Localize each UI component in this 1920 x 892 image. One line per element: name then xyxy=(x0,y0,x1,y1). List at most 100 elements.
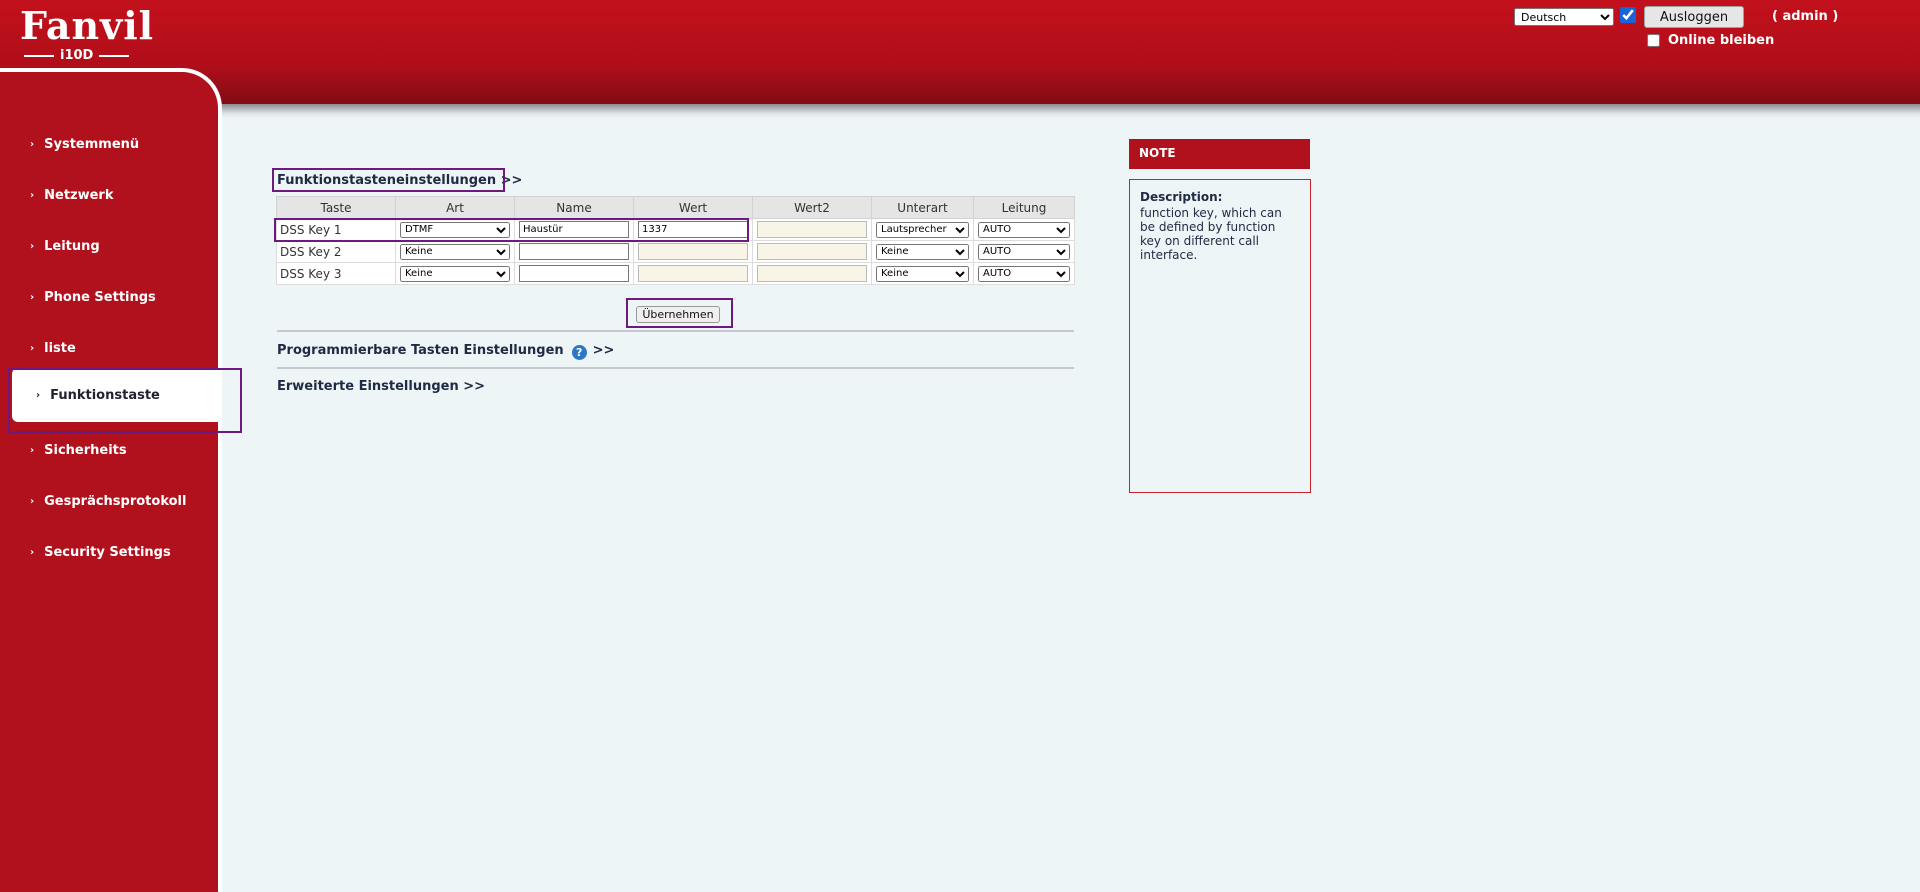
sidebar-item-label: Leitung xyxy=(44,238,100,254)
fanvil-logo: Fanvil i10D xyxy=(20,3,155,64)
chevron-right-icon: › xyxy=(36,389,41,401)
sidebar-item-phone-settings[interactable]: › Phone Settings xyxy=(30,285,156,309)
wert-input[interactable] xyxy=(638,265,748,282)
sidebar-item-gespraechsprotokoll[interactable]: › Gesprächsprotokoll xyxy=(30,489,186,513)
section-expand-label: >> xyxy=(592,343,615,358)
chevron-right-icon: › xyxy=(30,342,35,354)
art-select[interactable]: DTMF xyxy=(400,221,510,238)
sidebar-item-funktionstaste[interactable]: › Funktionstaste xyxy=(12,368,221,422)
apply-button[interactable]: Übernehmen xyxy=(636,306,720,323)
art-cell: DTMF xyxy=(395,218,515,241)
wert2-input[interactable] xyxy=(757,265,867,282)
column-header-art: Art xyxy=(395,196,515,219)
table-header-row: Taste Art Name Wert Wert2 Unterart Leitu… xyxy=(276,196,1075,219)
stay-online-checkbox[interactable] xyxy=(1647,34,1660,47)
sidebar-item-label: Funktionstaste xyxy=(50,387,160,403)
sidebar-item-netzwerk[interactable]: › Netzwerk xyxy=(30,183,114,207)
chevron-right-icon: › xyxy=(30,291,35,303)
sidebar-item-systemmenu[interactable]: › Systemmenü xyxy=(30,132,139,156)
wert2-input[interactable] xyxy=(757,221,867,238)
wert-input[interactable] xyxy=(638,221,748,238)
logo-line-right xyxy=(99,54,130,57)
art-cell: Keine xyxy=(395,262,515,285)
wert-cell xyxy=(633,262,753,285)
column-header-leitung: Leitung xyxy=(973,196,1075,219)
leitung-select[interactable]: AUTO xyxy=(978,221,1070,238)
name-cell xyxy=(514,218,634,241)
unterart-cell: Lautsprecher xyxy=(871,218,974,241)
sidebar-item-label: Netzwerk xyxy=(44,187,114,203)
column-header-name: Name xyxy=(514,196,634,219)
column-header-wert: Wert xyxy=(633,196,753,219)
note-title: Description: xyxy=(1140,190,1223,204)
art-cell: Keine xyxy=(395,240,515,263)
chevron-right-icon: › xyxy=(30,138,35,150)
sidebar-item-label: Phone Settings xyxy=(44,289,156,305)
sidebar-item-label: Security Settings xyxy=(44,544,171,560)
wert2-cell xyxy=(752,262,872,285)
art-select[interactable]: Keine xyxy=(400,265,510,282)
logo-line-left xyxy=(24,54,54,57)
note-header: NOTE xyxy=(1129,139,1310,169)
help-icon[interactable]: ? xyxy=(571,345,587,360)
column-header-unterart: Unterart xyxy=(871,196,974,219)
model-label: i10D xyxy=(60,48,94,63)
wert-input[interactable] xyxy=(638,243,748,260)
user-label: ( admin ) xyxy=(1772,9,1839,24)
name-input[interactable] xyxy=(519,243,629,260)
leitung-select[interactable]: AUTO xyxy=(978,243,1070,260)
divider xyxy=(277,330,1074,332)
leitung-cell: AUTO xyxy=(973,240,1075,263)
sidebar-item-leitung[interactable]: › Leitung xyxy=(30,234,100,258)
logo-text: Fanvil xyxy=(20,3,155,48)
chevron-right-icon: › xyxy=(30,495,35,507)
sidebar-item-liste[interactable]: › liste xyxy=(30,336,76,360)
section-funktionstasteneinstellungen[interactable]: Funktionstasteneinstellungen >> xyxy=(277,173,522,188)
sidebar-item-label: liste xyxy=(44,340,76,356)
section-erweiterte-einstellungen[interactable]: Erweiterte Einstellungen >> xyxy=(277,379,485,394)
sidebar-item-label: Sicherheits xyxy=(44,442,127,458)
dss-key-label: DSS Key 3 xyxy=(276,262,396,285)
leitung-select[interactable]: AUTO xyxy=(978,265,1070,282)
name-input[interactable] xyxy=(519,221,629,238)
unterart-select[interactable]: Lautsprecher xyxy=(876,221,969,238)
chevron-right-icon: › xyxy=(30,189,35,201)
dss-key-label: DSS Key 2 xyxy=(276,240,396,263)
sidebar-item-label: Gesprächsprotokoll xyxy=(44,493,187,509)
logo-model: i10D xyxy=(24,48,140,63)
sidebar-item-sicherheits[interactable]: › Sicherheits xyxy=(30,438,127,462)
column-header-wert2: Wert2 xyxy=(752,196,872,219)
note-panel: Description: function key, which can be … xyxy=(1129,179,1311,493)
wert2-input[interactable] xyxy=(757,243,867,260)
wert2-cell xyxy=(752,240,872,263)
top-header: Fanvil i10D Deutsch Ausloggen ( admin ) … xyxy=(0,0,1920,108)
sidebar-item-security-settings[interactable]: › Security Settings xyxy=(30,540,171,564)
leitung-cell: AUTO xyxy=(973,218,1075,241)
wert2-cell xyxy=(752,218,872,241)
header-checkbox[interactable] xyxy=(1620,7,1636,23)
language-select[interactable]: Deutsch xyxy=(1514,8,1614,26)
unterart-select[interactable]: Keine xyxy=(876,265,969,282)
chevron-right-icon: › xyxy=(30,546,35,558)
unterart-cell: Keine xyxy=(871,240,974,263)
unterart-select[interactable]: Keine xyxy=(876,243,969,260)
name-input[interactable] xyxy=(519,265,629,282)
leitung-cell: AUTO xyxy=(973,262,1075,285)
header-shadow xyxy=(220,104,1920,118)
note-text: function key, which can be defined by fu… xyxy=(1140,206,1282,262)
table-row: DSS Key 1 DTMF Lautsprecher AUTO xyxy=(276,218,1075,241)
table-row: DSS Key 2 Keine Keine AUTO xyxy=(276,240,1075,263)
dss-key-table: Taste Art Name Wert Wert2 Unterart Leitu… xyxy=(276,196,1075,285)
sidebar-item-label: Systemmenü xyxy=(44,136,140,152)
art-select[interactable]: Keine xyxy=(400,243,510,260)
logout-button[interactable]: Ausloggen xyxy=(1644,6,1744,28)
chevron-right-icon: › xyxy=(30,240,35,252)
name-cell xyxy=(514,262,634,285)
wert-cell xyxy=(633,218,753,241)
column-header-taste: Taste xyxy=(276,196,396,219)
table-row: DSS Key 3 Keine Keine AUTO xyxy=(276,262,1075,285)
unterart-cell: Keine xyxy=(871,262,974,285)
divider xyxy=(277,367,1074,369)
section-programmierbare-tasten[interactable]: Programmierbare Tasten Einstellungen? >> xyxy=(277,343,614,360)
name-cell xyxy=(514,240,634,263)
